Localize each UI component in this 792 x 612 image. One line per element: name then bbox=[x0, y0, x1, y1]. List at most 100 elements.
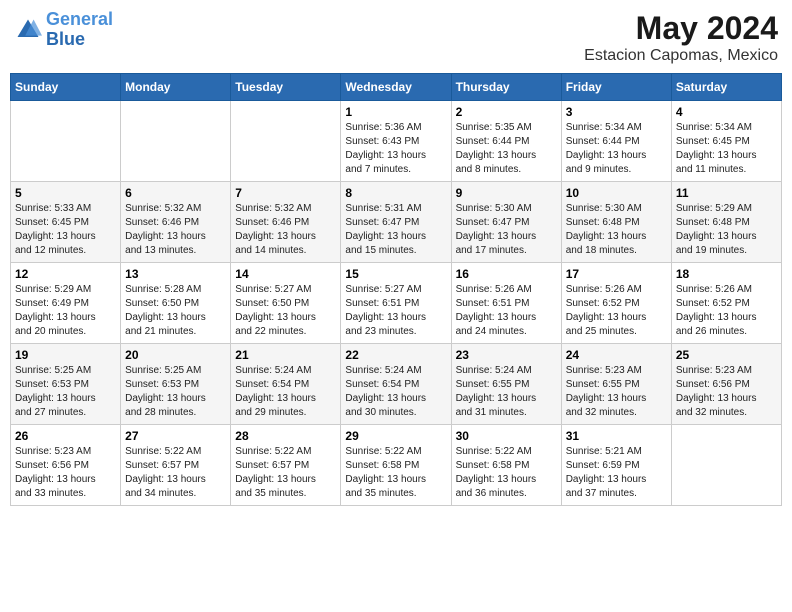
calendar-cell: 17 Sunrise: 5:26 AM Sunset: 6:52 PM Dayli… bbox=[561, 263, 671, 344]
calendar-cell bbox=[231, 101, 341, 182]
calendar-cell: 16 Sunrise: 5:26 AM Sunset: 6:51 PM Dayli… bbox=[451, 263, 561, 344]
day-info: Sunrise: 5:29 AM Sunset: 6:48 PM Dayligh… bbox=[676, 202, 777, 258]
calendar-cell: 21Sunrise: 5:24 AM Sunset: 6:54 PM Dayli… bbox=[231, 344, 341, 425]
day-info: Sunrise: 5:24 AM Sunset: 6:54 PM Dayligh… bbox=[345, 364, 446, 420]
day-info: Sunrise: 5:26 AM Sunset: 6:52 PM Dayligh… bbox=[566, 283, 667, 339]
day-info: Sunrise: 5:32 AM Sunset: 6:46 PM Dayligh… bbox=[235, 202, 336, 258]
calendar-cell: 18Sunrise: 5:26 AM Sunset: 6:52 PM Dayli… bbox=[671, 263, 781, 344]
day-number: 15 bbox=[345, 267, 446, 281]
day-number: 27 bbox=[125, 429, 226, 443]
calendar-cell: 11 Sunrise: 5:29 AM Sunset: 6:48 PM Dayli… bbox=[671, 182, 781, 263]
title-block: May 2024 Estacion Capomas, Mexico bbox=[584, 10, 778, 65]
day-number: 20 bbox=[125, 348, 226, 362]
month-year: May 2024 bbox=[584, 10, 778, 47]
calendar-cell: 3 Sunrise: 5:34 AM Sunset: 6:44 PM Daylig… bbox=[561, 101, 671, 182]
day-info: Sunrise: 5:24 AM Sunset: 6:55 PM Dayligh… bbox=[456, 364, 557, 420]
day-number: 31 bbox=[566, 429, 667, 443]
day-info: Sunrise: 5:22 AM Sunset: 6:58 PM Dayligh… bbox=[345, 445, 446, 501]
day-info: Sunrise: 5:23 AM Sunset: 6:55 PM Dayligh… bbox=[566, 364, 667, 420]
day-number: 17 bbox=[566, 267, 667, 281]
calendar-cell: 23Sunrise: 5:24 AM Sunset: 6:55 PM Dayli… bbox=[451, 344, 561, 425]
day-number: 19 bbox=[15, 348, 116, 362]
day-number: 12 bbox=[15, 267, 116, 281]
day-number: 3 bbox=[566, 105, 667, 119]
logo: General Blue bbox=[14, 10, 113, 50]
calendar-header-wednesday: Wednesday bbox=[341, 74, 451, 101]
day-number: 11 bbox=[676, 186, 777, 200]
day-number: 6 bbox=[125, 186, 226, 200]
day-info: Sunrise: 5:34 AM Sunset: 6:44 PM Dayligh… bbox=[566, 121, 667, 177]
calendar-header-thursday: Thursday bbox=[451, 74, 561, 101]
day-number: 5 bbox=[15, 186, 116, 200]
logo-icon bbox=[14, 16, 42, 44]
day-info: Sunrise: 5:31 AM Sunset: 6:47 PM Dayligh… bbox=[345, 202, 446, 258]
page-header: General Blue May 2024 Estacion Capomas, … bbox=[10, 10, 782, 65]
day-info: Sunrise: 5:34 AM Sunset: 6:45 PM Dayligh… bbox=[676, 121, 777, 177]
calendar-week-4: 19 Sunrise: 5:25 AM Sunset: 6:53 PM Dayli… bbox=[11, 344, 782, 425]
day-number: 13 bbox=[125, 267, 226, 281]
calendar-week-2: 5 Sunrise: 5:33 AM Sunset: 6:45 PM Daylig… bbox=[11, 182, 782, 263]
day-info: Sunrise: 5:22 AM Sunset: 6:57 PM Dayligh… bbox=[125, 445, 226, 501]
calendar-cell: 5 Sunrise: 5:33 AM Sunset: 6:45 PM Daylig… bbox=[11, 182, 121, 263]
calendar-cell: 6 Sunrise: 5:32 AM Sunset: 6:46 PM Daylig… bbox=[121, 182, 231, 263]
day-info: Sunrise: 5:33 AM Sunset: 6:45 PM Dayligh… bbox=[15, 202, 116, 258]
day-number: 1 bbox=[345, 105, 446, 119]
day-info: Sunrise: 5:22 AM Sunset: 6:57 PM Dayligh… bbox=[235, 445, 336, 501]
location: Estacion Capomas, Mexico bbox=[584, 47, 778, 65]
calendar-header-row: SundayMondayTuesdayWednesdayThursdayFrid… bbox=[11, 74, 782, 101]
calendar-cell bbox=[121, 101, 231, 182]
calendar-header-friday: Friday bbox=[561, 74, 671, 101]
day-info: Sunrise: 5:28 AM Sunset: 6:50 PM Dayligh… bbox=[125, 283, 226, 339]
day-info: Sunrise: 5:25 AM Sunset: 6:53 PM Dayligh… bbox=[125, 364, 226, 420]
calendar-cell: 10Sunrise: 5:30 AM Sunset: 6:48 PM Dayli… bbox=[561, 182, 671, 263]
calendar-header-monday: Monday bbox=[121, 74, 231, 101]
calendar-cell: 25 Sunrise: 5:23 AM Sunset: 6:56 PM Dayli… bbox=[671, 344, 781, 425]
calendar-cell: 12 Sunrise: 5:29 AM Sunset: 6:49 PM Dayli… bbox=[11, 263, 121, 344]
calendar-cell: 14 Sunrise: 5:27 AM Sunset: 6:50 PM Dayli… bbox=[231, 263, 341, 344]
day-info: Sunrise: 5:23 AM Sunset: 6:56 PM Dayligh… bbox=[15, 445, 116, 501]
calendar-cell: 8 Sunrise: 5:31 AM Sunset: 6:47 PM Daylig… bbox=[341, 182, 451, 263]
day-number: 9 bbox=[456, 186, 557, 200]
day-info: Sunrise: 5:27 AM Sunset: 6:51 PM Dayligh… bbox=[345, 283, 446, 339]
day-info: Sunrise: 5:26 AM Sunset: 6:51 PM Dayligh… bbox=[456, 283, 557, 339]
day-number: 8 bbox=[345, 186, 446, 200]
day-info: Sunrise: 5:36 AM Sunset: 6:43 PM Dayligh… bbox=[345, 121, 446, 177]
day-number: 26 bbox=[15, 429, 116, 443]
calendar-cell: 24Sunrise: 5:23 AM Sunset: 6:55 PM Dayli… bbox=[561, 344, 671, 425]
day-info: Sunrise: 5:22 AM Sunset: 6:58 PM Dayligh… bbox=[456, 445, 557, 501]
day-number: 14 bbox=[235, 267, 336, 281]
day-info: Sunrise: 5:21 AM Sunset: 6:59 PM Dayligh… bbox=[566, 445, 667, 501]
calendar-cell: 30 Sunrise: 5:22 AM Sunset: 6:58 PM Dayli… bbox=[451, 425, 561, 506]
calendar-header-saturday: Saturday bbox=[671, 74, 781, 101]
calendar-week-5: 26 Sunrise: 5:23 AM Sunset: 6:56 PM Dayli… bbox=[11, 425, 782, 506]
calendar-cell bbox=[11, 101, 121, 182]
day-number: 25 bbox=[676, 348, 777, 362]
calendar-cell: 26 Sunrise: 5:23 AM Sunset: 6:56 PM Dayli… bbox=[11, 425, 121, 506]
calendar-week-3: 12 Sunrise: 5:29 AM Sunset: 6:49 PM Dayli… bbox=[11, 263, 782, 344]
day-number: 7 bbox=[235, 186, 336, 200]
day-number: 16 bbox=[456, 267, 557, 281]
calendar-cell bbox=[671, 425, 781, 506]
day-info: Sunrise: 5:30 AM Sunset: 6:48 PM Dayligh… bbox=[566, 202, 667, 258]
day-number: 30 bbox=[456, 429, 557, 443]
logo-text: General Blue bbox=[46, 10, 113, 50]
day-number: 2 bbox=[456, 105, 557, 119]
calendar-cell: 28Sunrise: 5:22 AM Sunset: 6:57 PM Dayli… bbox=[231, 425, 341, 506]
calendar-week-1: 1 Sunrise: 5:36 AM Sunset: 6:43 PM Daylig… bbox=[11, 101, 782, 182]
day-info: Sunrise: 5:23 AM Sunset: 6:56 PM Dayligh… bbox=[676, 364, 777, 420]
day-number: 22 bbox=[345, 348, 446, 362]
calendar-cell: 7 Sunrise: 5:32 AM Sunset: 6:46 PM Daylig… bbox=[231, 182, 341, 263]
calendar-cell: 27 Sunrise: 5:22 AM Sunset: 6:57 PM Dayli… bbox=[121, 425, 231, 506]
calendar-cell: 1 Sunrise: 5:36 AM Sunset: 6:43 PM Daylig… bbox=[341, 101, 451, 182]
day-info: Sunrise: 5:27 AM Sunset: 6:50 PM Dayligh… bbox=[235, 283, 336, 339]
day-number: 29 bbox=[345, 429, 446, 443]
day-info: Sunrise: 5:29 AM Sunset: 6:49 PM Dayligh… bbox=[15, 283, 116, 339]
day-info: Sunrise: 5:32 AM Sunset: 6:46 PM Dayligh… bbox=[125, 202, 226, 258]
calendar-cell: 31 Sunrise: 5:21 AM Sunset: 6:59 PM Dayli… bbox=[561, 425, 671, 506]
calendar-cell: 2Sunrise: 5:35 AM Sunset: 6:44 PM Daylig… bbox=[451, 101, 561, 182]
calendar-header-tuesday: Tuesday bbox=[231, 74, 341, 101]
calendar-cell: 9Sunrise: 5:30 AM Sunset: 6:47 PM Daylig… bbox=[451, 182, 561, 263]
calendar-cell: 29 Sunrise: 5:22 AM Sunset: 6:58 PM Dayli… bbox=[341, 425, 451, 506]
day-info: Sunrise: 5:25 AM Sunset: 6:53 PM Dayligh… bbox=[15, 364, 116, 420]
calendar-cell: 13 Sunrise: 5:28 AM Sunset: 6:50 PM Dayli… bbox=[121, 263, 231, 344]
